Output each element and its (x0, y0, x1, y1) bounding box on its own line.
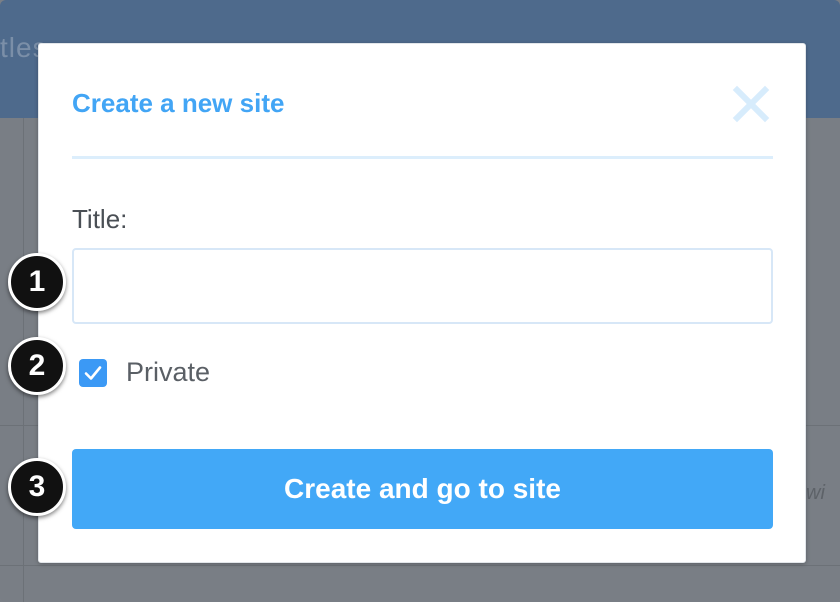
step-badge-2: 2 (8, 337, 66, 395)
dialog-divider (72, 156, 773, 159)
close-icon[interactable] (731, 84, 771, 124)
close-x-icon (732, 85, 770, 123)
background-divider (0, 565, 840, 566)
private-option: Private (79, 357, 210, 388)
step-badge-3: 3 (8, 458, 66, 516)
background-text: wi (806, 482, 825, 504)
create-site-dialog: Create a new site Title: Private Create … (38, 43, 806, 563)
private-label: Private (126, 357, 211, 387)
title-label: Title: (72, 204, 128, 234)
dialog-title: Create a new site (72, 88, 285, 118)
private-checkbox[interactable] (79, 358, 107, 387)
checkmark-icon (84, 365, 102, 380)
title-input[interactable] (72, 248, 773, 324)
step-badge-1: 1 (8, 253, 66, 311)
create-and-go-button[interactable]: Create and go to site (72, 449, 773, 529)
